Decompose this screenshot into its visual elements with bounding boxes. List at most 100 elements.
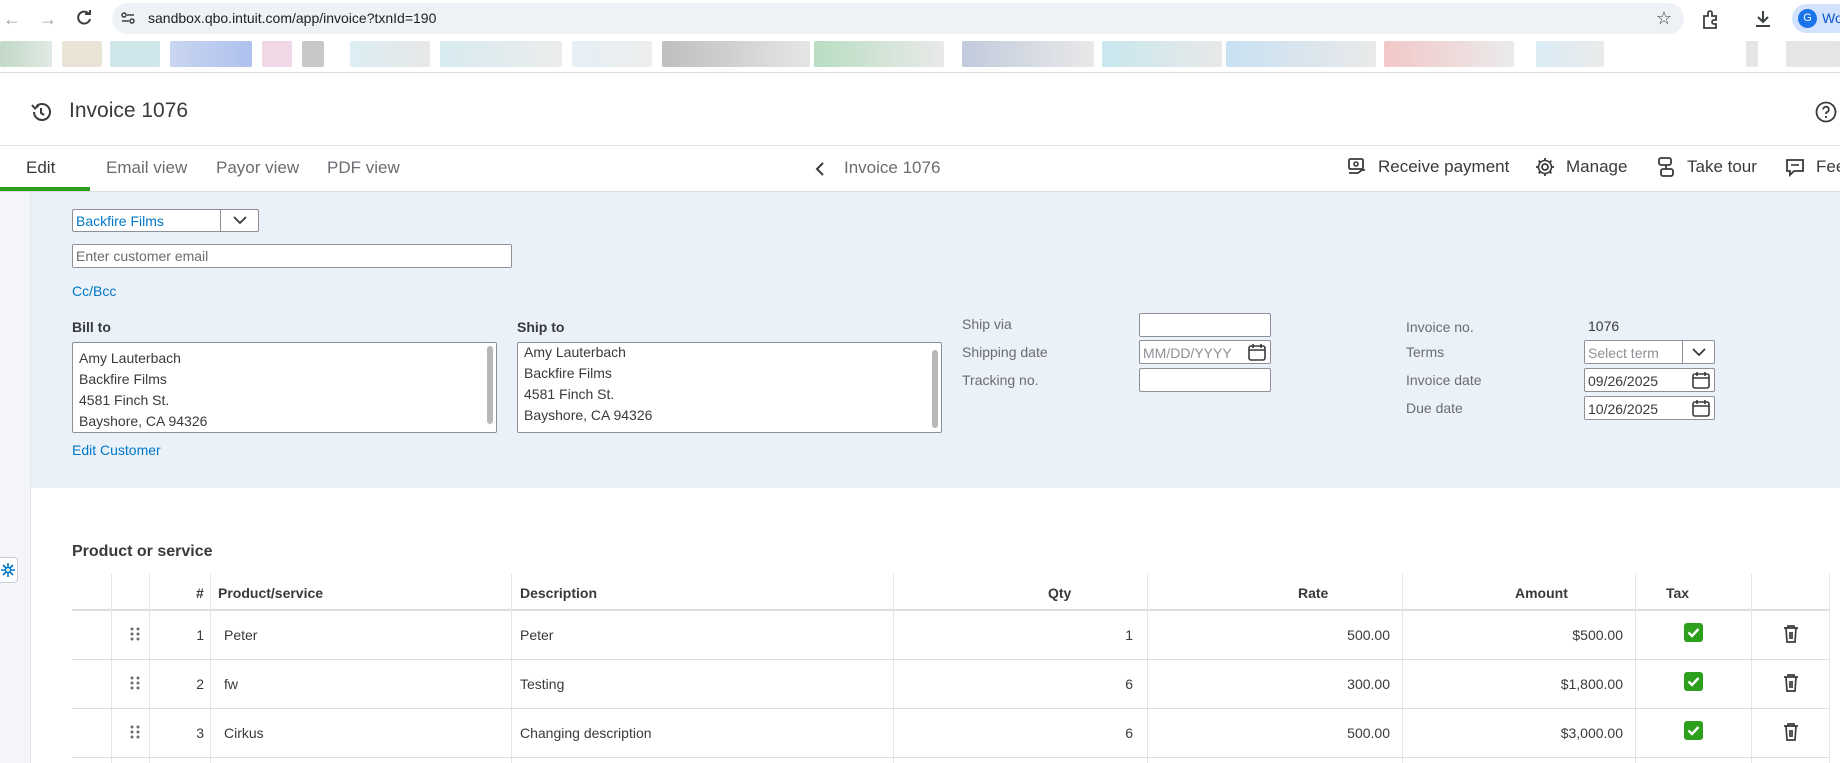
tax-checkbox[interactable] (1684, 721, 1703, 740)
trash-icon[interactable] (1782, 673, 1800, 693)
bookmark-item[interactable] (1536, 41, 1604, 67)
customer-select[interactable]: Backfire Films (72, 209, 259, 232)
receive-payment-label: Receive payment (1378, 157, 1510, 176)
due-date-field[interactable]: 10/26/2025 (1584, 396, 1715, 420)
row-divider (72, 757, 1830, 758)
row-product[interactable]: Cirkus (224, 725, 264, 741)
column-header-amount[interactable]: Amount (1515, 585, 1568, 601)
bookmark-item[interactable] (302, 41, 324, 67)
address-bar[interactable]: sandbox.qbo.intuit.com/app/invoice?txnId… (112, 3, 1684, 34)
row-product[interactable]: fw (224, 676, 238, 692)
customer-email-field[interactable] (72, 244, 512, 268)
column-header-number: # (196, 585, 204, 601)
bookmark-item[interactable] (1384, 41, 1514, 67)
row-rate[interactable]: 500.00 (1250, 627, 1390, 643)
shipping-date-field[interactable]: MM/DD/YYYY (1139, 340, 1271, 364)
sparkle-icon (1, 563, 15, 577)
drag-handle-icon[interactable] (129, 626, 141, 642)
ship-via-field[interactable] (1139, 313, 1271, 337)
bookmark-item[interactable] (962, 41, 1094, 67)
download-icon[interactable] (1752, 8, 1774, 30)
row-description[interactable]: Peter (520, 627, 553, 643)
edit-customer-link[interactable]: Edit Customer (72, 442, 161, 458)
extensions-icon[interactable] (1700, 8, 1722, 30)
take-tour-button[interactable]: Take tour (1655, 156, 1757, 178)
row-qty[interactable]: 1 (1000, 627, 1133, 643)
bookmark-item[interactable] (62, 41, 102, 67)
tax-checkbox[interactable] (1684, 623, 1703, 642)
bookmark-star-icon[interactable]: ☆ (1656, 8, 1672, 29)
profile-button[interactable]: G Wo (1792, 4, 1840, 33)
feedback-button[interactable]: Fee (1784, 156, 1840, 178)
bookmark-item[interactable] (662, 41, 810, 67)
bookmark-item[interactable] (1226, 41, 1376, 67)
ship-to-scrollbar[interactable] (932, 350, 938, 428)
chevron-down-icon (233, 216, 247, 225)
column-header-qty[interactable]: Qty (1048, 585, 1071, 601)
row-product[interactable]: Peter (224, 627, 257, 643)
profile-avatar: G (1798, 9, 1817, 28)
bill-to-scrollbar[interactable] (487, 346, 493, 424)
bookmark-item[interactable] (440, 41, 562, 67)
bookmark-item[interactable] (1102, 41, 1222, 67)
bookmark-item[interactable] (814, 41, 944, 67)
bookmark-item[interactable] (350, 41, 430, 67)
cc-bcc-link[interactable]: Cc/Bcc (72, 283, 116, 299)
row-rate[interactable]: 500.00 (1250, 725, 1390, 741)
bookmark-item[interactable] (0, 41, 52, 67)
tax-checkbox[interactable] (1684, 672, 1703, 691)
receive-payment-button[interactable]: Receive payment (1346, 156, 1509, 178)
tracking-no-field[interactable] (1139, 368, 1271, 392)
reload-icon[interactable] (74, 9, 94, 29)
tab-email-view[interactable]: Email view (106, 158, 187, 178)
bill-to-line: 4581 Finch St. (79, 392, 170, 408)
drag-handle-icon[interactable] (129, 675, 141, 691)
row-qty[interactable]: 6 (1000, 725, 1133, 741)
drag-handle-icon[interactable] (129, 724, 141, 740)
ship-to-address-field[interactable]: Amy Lauterbach Backfire Films 4581 Finch… (517, 342, 942, 433)
bookmarks-bar (0, 37, 1840, 73)
tab-pdf-view[interactable]: PDF view (327, 158, 400, 178)
column-header-tax[interactable]: Tax (1666, 585, 1689, 601)
row-rate[interactable]: 300.00 (1250, 676, 1390, 692)
bookmark-item[interactable] (262, 41, 292, 67)
assistant-button[interactable] (0, 557, 18, 583)
bookmark-item[interactable] (170, 41, 252, 67)
bookmark-item[interactable] (572, 41, 652, 67)
bookmark-item[interactable] (110, 41, 160, 67)
manage-button[interactable]: Manage (1534, 156, 1627, 178)
help-icon[interactable] (1814, 100, 1838, 124)
bill-to-address-field[interactable]: Amy Lauterbach Backfire Films 4581 Finch… (72, 342, 497, 433)
bill-to-line: Bayshore, CA 94326 (79, 413, 208, 429)
tab-edit[interactable]: Edit (26, 158, 55, 178)
row-description[interactable]: Testing (520, 676, 564, 692)
forward-arrow-icon[interactable]: → (38, 9, 58, 29)
invoice-header-form (31, 192, 1840, 488)
bookmark-item[interactable] (1786, 41, 1840, 67)
column-header-rate[interactable]: Rate (1298, 585, 1328, 601)
trash-icon[interactable] (1782, 624, 1800, 644)
terms-select[interactable]: Select term (1584, 340, 1715, 364)
row-number: 3 (196, 725, 204, 741)
site-settings-icon[interactable] (120, 10, 136, 26)
invoice-date-field[interactable]: 09/26/2025 (1584, 368, 1715, 392)
row-number: 1 (196, 627, 204, 643)
tab-payor-view[interactable]: Payor view (216, 158, 299, 178)
chevron-left-icon[interactable] (812, 160, 828, 178)
calendar-icon[interactable] (1692, 400, 1710, 417)
row-description[interactable]: Changing description (520, 725, 652, 741)
bookmark-item[interactable] (1746, 41, 1758, 67)
calendar-icon[interactable] (1692, 372, 1710, 389)
column-header-product[interactable]: Product/service (218, 585, 323, 601)
terms-dropdown-toggle[interactable] (1682, 341, 1714, 363)
row-qty[interactable]: 6 (1000, 676, 1133, 692)
trash-icon[interactable] (1782, 722, 1800, 742)
calendar-icon[interactable] (1248, 344, 1266, 361)
invoice-no-value[interactable]: 1076 (1588, 318, 1619, 334)
feedback-label: Fee (1816, 157, 1840, 176)
history-icon[interactable] (29, 100, 53, 124)
column-header-description[interactable]: Description (520, 585, 597, 601)
tour-icon (1658, 157, 1674, 177)
back-arrow-icon[interactable]: ← (2, 9, 22, 29)
customer-dropdown-toggle[interactable] (220, 210, 258, 231)
